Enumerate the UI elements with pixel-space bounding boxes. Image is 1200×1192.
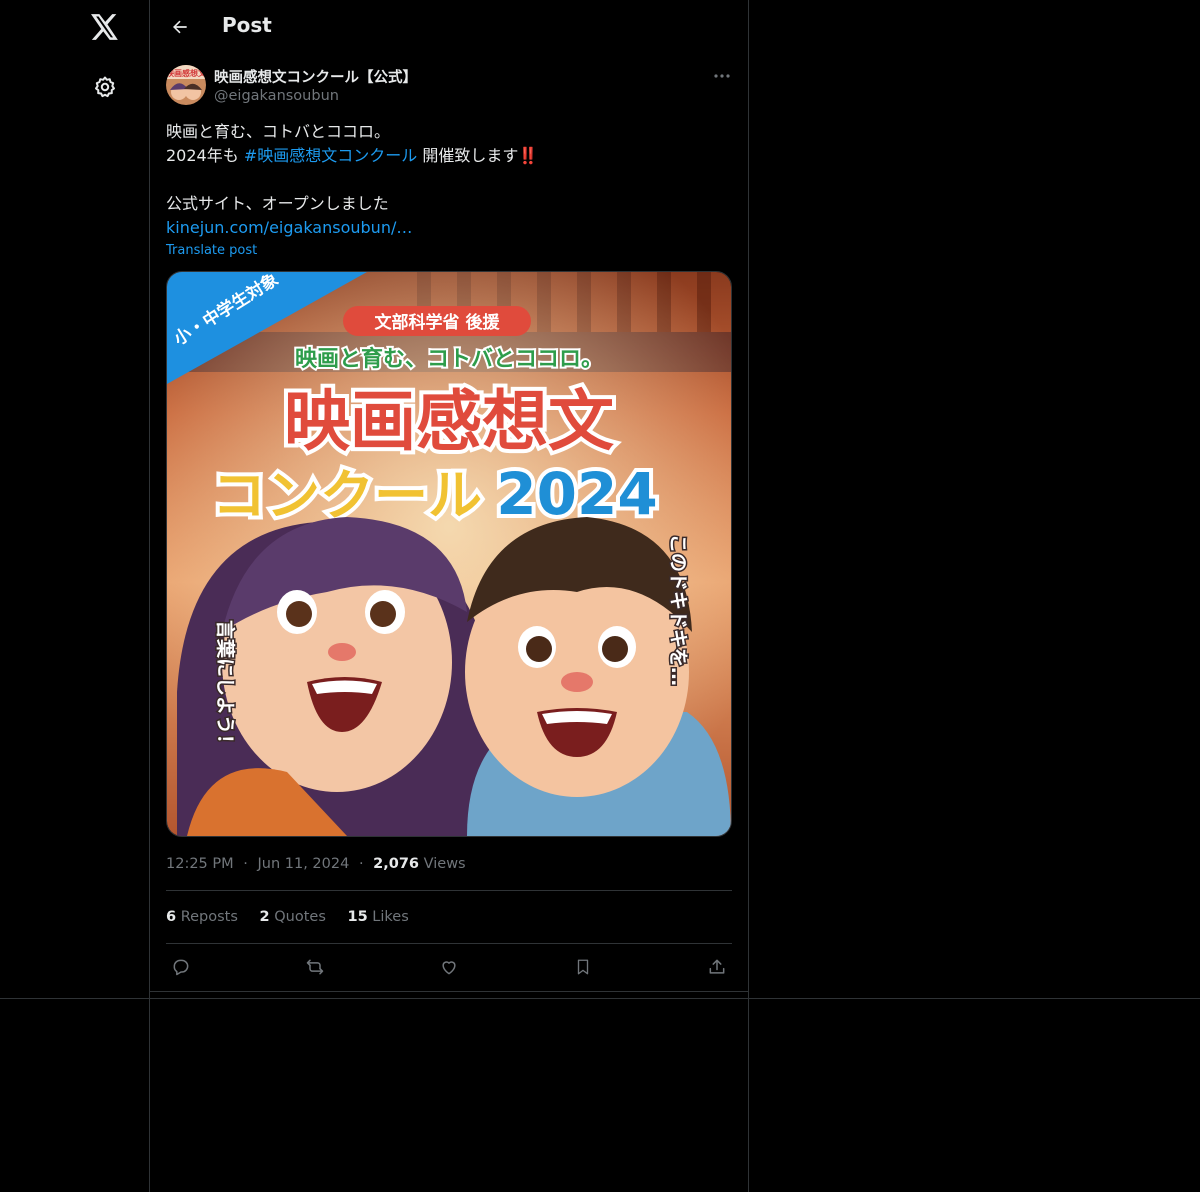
page-title: Post	[222, 13, 272, 37]
right-column-divider	[748, 0, 749, 1192]
sponsor-text: 文部科学省 後援	[375, 312, 501, 333]
post-line-2-prefix: 2024年も	[166, 146, 244, 165]
post-image[interactable]: 小・中学生対象 文部科学省 後援 映画と育む、コトバとココロ。 映画感想文 コン…	[166, 271, 732, 837]
left-column-divider	[149, 0, 150, 1192]
reposts-stat[interactable]: 6 Reposts	[166, 909, 238, 925]
post-line-2-suffix: 開催致します	[417, 146, 519, 165]
more-icon[interactable]	[710, 67, 734, 85]
like-icon[interactable]	[434, 954, 464, 980]
meta-divider	[166, 890, 732, 891]
author-handle[interactable]: @eigakansoubun	[214, 88, 339, 104]
back-arrow-icon[interactable]	[164, 11, 196, 43]
double-exclamation-emoji: ‼️	[518, 146, 539, 165]
tagline-text: 映画と育む、コトバとココロ。	[295, 346, 603, 372]
author-name[interactable]: 映画感想文コンクール【公式】	[214, 66, 417, 87]
repost-icon[interactable]	[300, 954, 330, 980]
translate-post-link[interactable]: Translate post	[166, 243, 257, 258]
hashtag-link[interactable]: #映画感想文コンクール	[244, 146, 417, 165]
avatar-text: 映画感想文	[166, 68, 206, 78]
meta-dot: ·	[358, 856, 364, 872]
bottom-divider	[0, 998, 1200, 999]
post-date[interactable]: Jun 11, 2024	[257, 856, 349, 872]
post-meta: 12:25 PM · Jun 11, 2024 · 2,076 Views	[166, 856, 466, 872]
views-count: 2,076	[373, 856, 420, 872]
post-header: Post	[150, 0, 748, 54]
post-text: 映画と育む、コトバとココロ。 2024年も #映画感想文コンクール 開催致します…	[166, 120, 732, 240]
website-link[interactable]: kinejun.com/eigakansoubun/…	[166, 218, 412, 237]
actions-divider	[150, 991, 748, 992]
views-label: Views	[423, 856, 466, 872]
side-text-right: このドキドキを…	[667, 534, 689, 686]
avatar[interactable]: 映画感想文	[166, 65, 206, 105]
poster-title: 映画感想文	[284, 383, 614, 460]
post-stats: 6 Reposts 2 Quotes 15 Likes	[166, 909, 426, 925]
side-text-left: 言葉にしよう！	[214, 620, 237, 753]
quotes-stat[interactable]: 2 Quotes	[260, 909, 326, 925]
post-actions	[166, 954, 732, 980]
post-time[interactable]: 12:25 PM	[166, 856, 234, 872]
settings-gear-icon[interactable]	[91, 73, 119, 101]
post-line-1: 映画と育む、コトバとココロ。	[166, 122, 391, 141]
reply-icon[interactable]	[166, 954, 196, 980]
meta-dot: ·	[243, 856, 248, 872]
share-icon[interactable]	[702, 954, 732, 980]
likes-stat[interactable]: 15 Likes	[347, 909, 408, 925]
x-logo-icon[interactable]	[89, 11, 121, 43]
stats-divider	[166, 943, 732, 944]
post-line-2: 2024年も #映画感想文コンクール 開催致します‼️	[166, 144, 732, 168]
bookmark-icon[interactable]	[568, 954, 598, 980]
post-line-4: 公式サイト、オープンしました	[166, 194, 389, 213]
